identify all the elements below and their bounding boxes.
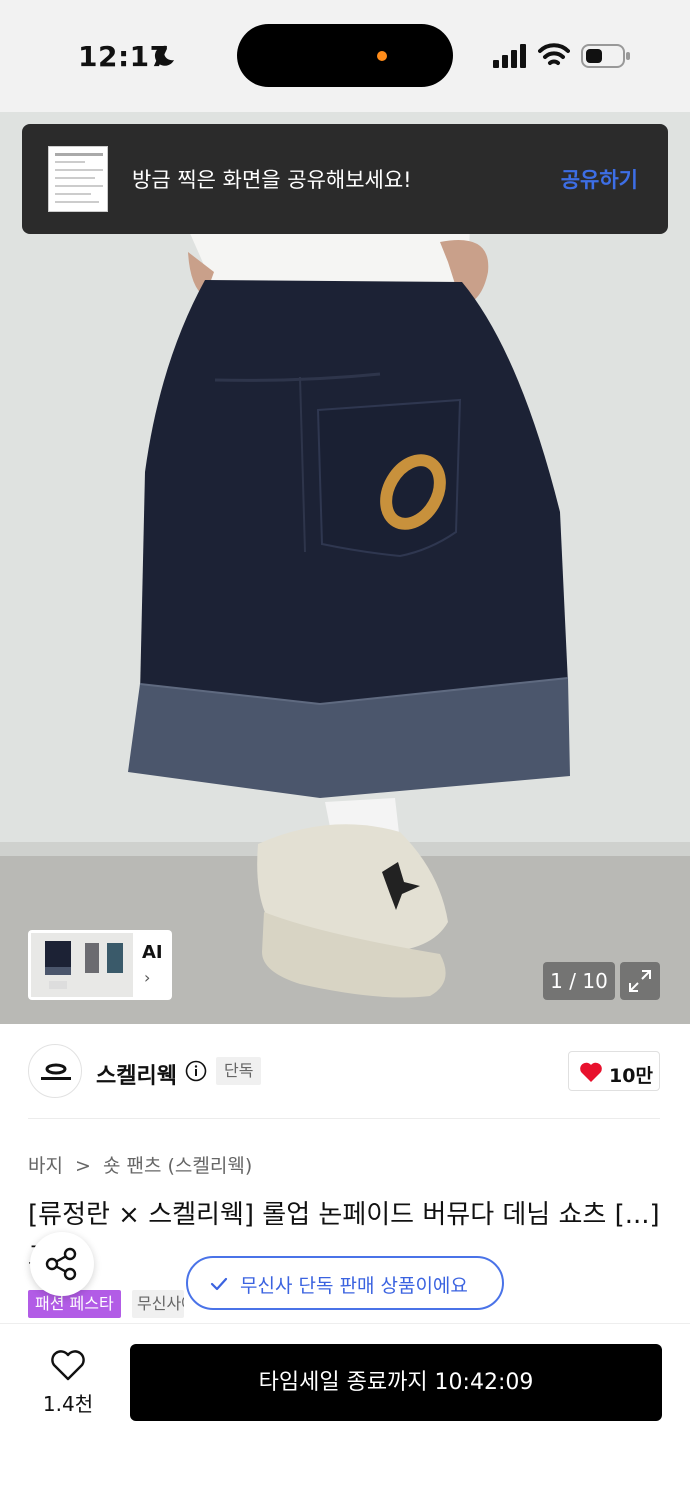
dynamic-island	[237, 24, 453, 87]
wifi-icon	[538, 43, 570, 65]
screenshot-thumbnail[interactable]	[48, 146, 108, 212]
wishlist-count: 1.4천	[42, 1392, 94, 1416]
toast-message: 방금 찍은 화면을 공유해보세요!	[132, 168, 412, 192]
share-now-button[interactable]: 공유하기	[561, 164, 638, 194]
exclusive-badge: 단독	[216, 1057, 262, 1085]
buy-button[interactable]: 타임세일 종료까지 10:42:09	[130, 1344, 662, 1421]
ai-recommendation-chip[interactable]: AI ›	[28, 930, 172, 1000]
exclusive-notice: 무신사 단독 판매 상품이에요	[186, 1256, 504, 1310]
moon-icon	[154, 45, 174, 66]
brand-like-count: 10만	[609, 1065, 653, 1087]
brand-like-button[interactable]: 10만	[568, 1051, 660, 1091]
status-bar: 12:17	[0, 0, 690, 112]
share-icon	[45, 1247, 77, 1281]
image-counter: 1 / 10	[543, 962, 615, 1000]
breadcrumb-category[interactable]: 바지	[28, 1155, 63, 1177]
brand-name[interactable]: 스켈리웩	[96, 1058, 177, 1090]
breadcrumb-subcategory[interactable]: 숏 팬츠 (스켈리웩)	[103, 1155, 252, 1177]
breadcrumb-separator: >	[75, 1155, 91, 1177]
battery-icon	[581, 44, 630, 68]
breadcrumb: 바지 > 숏 팬츠 (스켈리웩)	[28, 1151, 252, 1178]
ai-thumbnail	[31, 933, 133, 997]
tag-musinsa[interactable]: 무신사에	[132, 1290, 184, 1318]
signal-icon	[493, 44, 526, 68]
heart-icon	[580, 1062, 602, 1082]
check-icon	[210, 1277, 228, 1291]
share-button[interactable]	[30, 1232, 94, 1296]
wishlist-button[interactable]: 1.4천	[28, 1346, 108, 1420]
exclusive-notice-text: 무신사 단독 판매 상품이에요	[240, 1275, 468, 1297]
expand-icon[interactable]	[620, 962, 660, 1000]
info-icon[interactable]	[185, 1060, 207, 1082]
brand-logo[interactable]	[28, 1044, 82, 1098]
share-toast: 방금 찍은 화면을 공유해보세요! 공유하기	[22, 124, 668, 234]
ai-label: AI	[142, 942, 163, 963]
divider	[28, 1118, 660, 1119]
chevron-right-icon: ›	[144, 968, 151, 987]
privacy-indicator	[377, 51, 387, 61]
product-image[interactable]	[0, 112, 690, 1024]
heart-outline-icon	[51, 1350, 85, 1381]
